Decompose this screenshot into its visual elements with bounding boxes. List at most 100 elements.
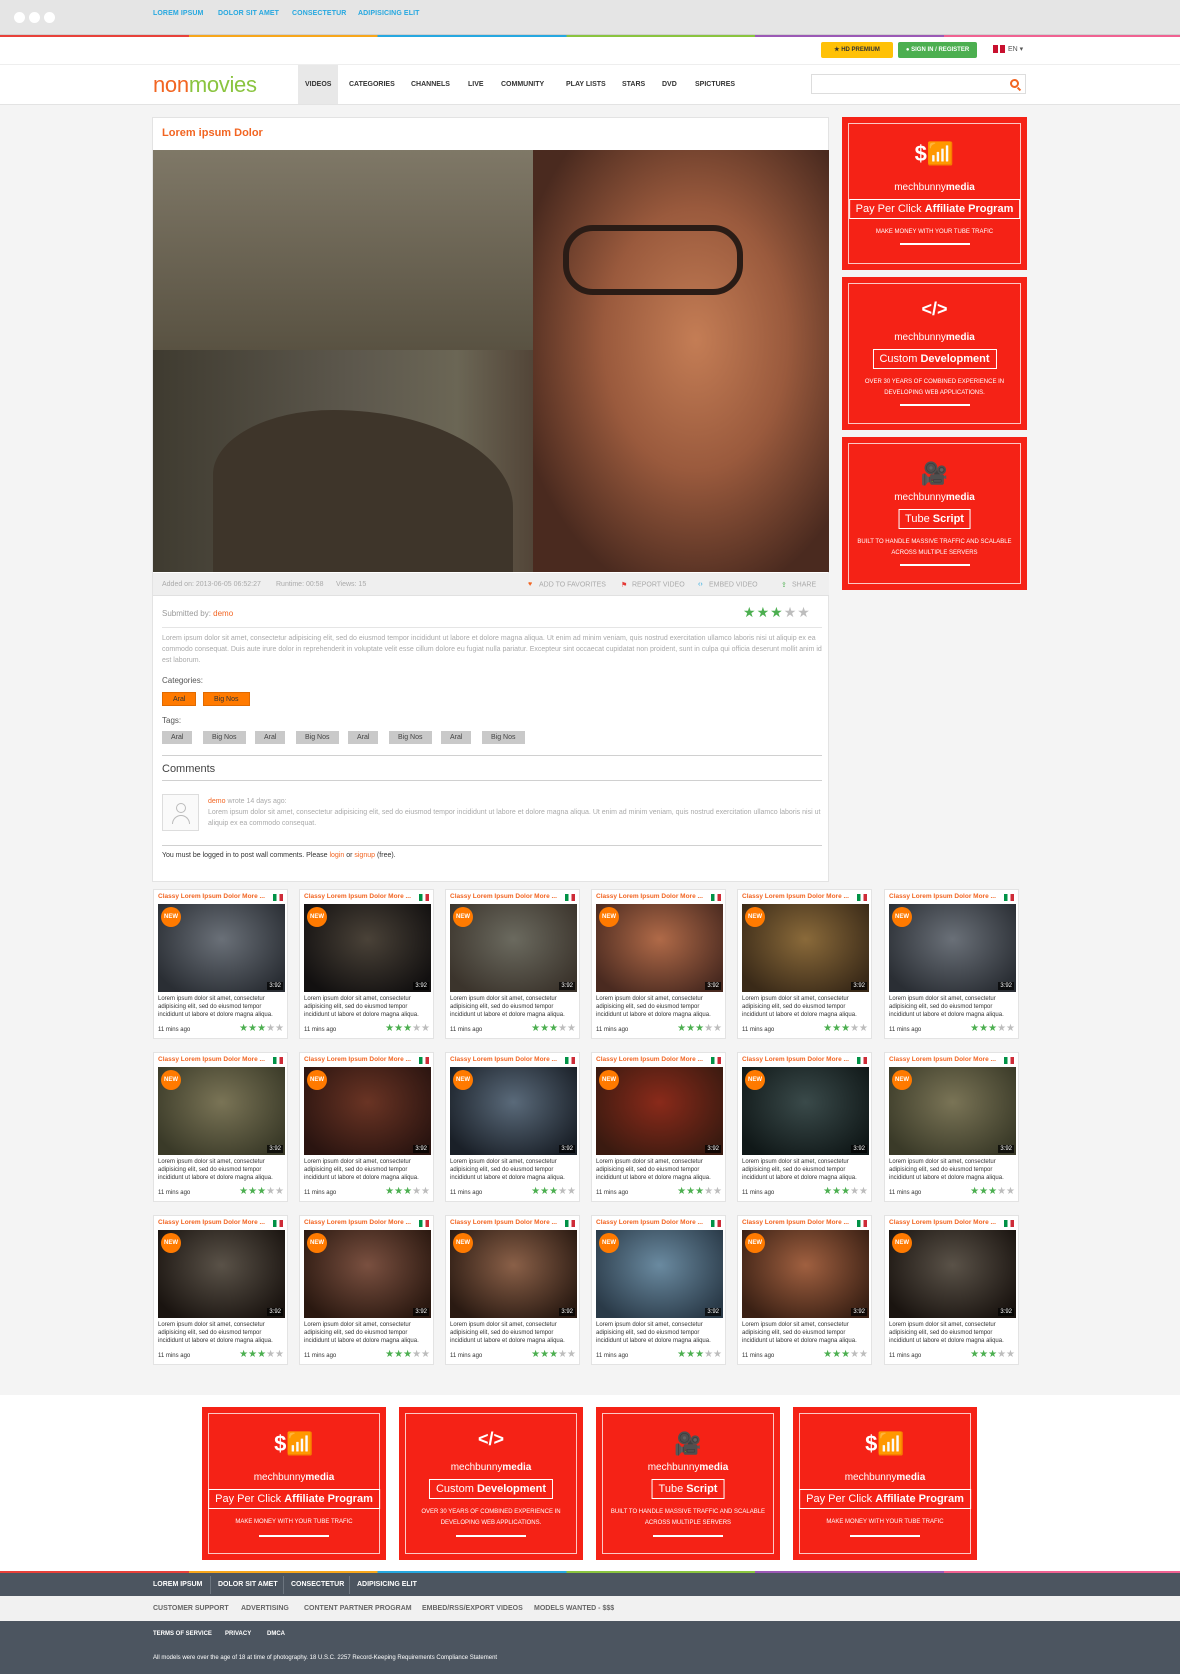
star-icon[interactable]: ★ — [421, 1186, 430, 1197]
card-thumbnail[interactable]: NEW 3:92 — [158, 904, 285, 992]
star-icon[interactable]: ★ — [979, 1349, 988, 1360]
video-card[interactable]: Classy Lorem Ipsum Dolor More ... NEW 3:92… — [299, 1052, 434, 1202]
star-icon[interactable]: ★ — [988, 1349, 997, 1360]
nav-videos[interactable]: VIDEOS — [298, 65, 339, 104]
video-player[interactable] — [153, 150, 829, 572]
star-icon[interactable]: ★ — [859, 1023, 868, 1034]
ad-tube-script[interactable]: 🎥 mechbunnymedia Tube Script BUILT TO HA… — [596, 1407, 780, 1560]
nav-stars[interactable]: STARS — [615, 65, 652, 104]
footer-link[interactable]: TERMS OF SERVICE — [153, 1631, 212, 1637]
nav-dvd[interactable]: DVD — [655, 65, 684, 104]
footer-link[interactable]: ADIPISICING ELIT — [357, 1581, 417, 1588]
card-title[interactable]: Classy Lorem Ipsum Dolor More ... — [889, 1056, 1004, 1063]
card-title[interactable]: Classy Lorem Ipsum Dolor More ... — [304, 893, 419, 900]
submitter-link[interactable]: demo — [213, 609, 233, 618]
star-icon[interactable]: ★ — [394, 1349, 403, 1360]
star-icon[interactable]: ★ — [1006, 1186, 1015, 1197]
star-icon[interactable]: ★ — [239, 1023, 248, 1034]
star-icon[interactable]: ★ — [695, 1023, 704, 1034]
star-icon[interactable]: ★ — [394, 1023, 403, 1034]
star-icon[interactable]: ★ — [841, 1349, 850, 1360]
nav-playlists[interactable]: PLAY LISTS — [559, 65, 613, 104]
card-rating[interactable]: ★★★★★ — [385, 1186, 430, 1197]
star-icon[interactable]: ★ — [997, 1349, 1006, 1360]
card-title[interactable]: Classy Lorem Ipsum Dolor More ... — [596, 1056, 711, 1063]
star-icon[interactable]: ★ — [403, 1186, 412, 1197]
site-logo[interactable]: nonmovies — [153, 72, 257, 98]
nav-spictures[interactable]: SPICTURES — [688, 65, 742, 104]
top-link[interactable]: CONSECTETUR — [292, 10, 346, 17]
card-rating[interactable]: ★★★★★ — [823, 1349, 868, 1360]
star-icon[interactable]: ★ — [540, 1349, 549, 1360]
star-icon[interactable]: ★ — [412, 1349, 421, 1360]
star-icon[interactable]: ★ — [841, 1186, 850, 1197]
star-icon[interactable]: ★ — [713, 1349, 722, 1360]
star-icon[interactable]: ★ — [850, 1023, 859, 1034]
video-card[interactable]: Classy Lorem Ipsum Dolor More ... NEW 3:92… — [591, 1215, 726, 1365]
star-icon[interactable]: ★ — [248, 1186, 257, 1197]
star-icon[interactable]: ★ — [275, 1023, 284, 1034]
card-title[interactable]: Classy Lorem Ipsum Dolor More ... — [450, 893, 565, 900]
card-rating[interactable]: ★★★★★ — [531, 1023, 576, 1034]
nav-channels[interactable]: CHANNELS — [404, 65, 457, 104]
card-thumbnail[interactable]: NEW 3:92 — [596, 1067, 723, 1155]
star-icon[interactable]: ★ — [385, 1186, 394, 1197]
star-icon[interactable]: ★ — [757, 604, 771, 620]
star-icon[interactable]: ★ — [743, 604, 757, 620]
video-card[interactable]: Classy Lorem Ipsum Dolor More ... NEW 3:92… — [884, 889, 1019, 1039]
window-dot[interactable] — [44, 12, 55, 23]
star-icon[interactable]: ★ — [970, 1023, 979, 1034]
star-icon[interactable]: ★ — [704, 1349, 713, 1360]
star-icon[interactable]: ★ — [832, 1023, 841, 1034]
star-icon[interactable]: ★ — [1006, 1023, 1015, 1034]
card-thumbnail[interactable]: NEW 3:92 — [742, 904, 869, 992]
video-card[interactable]: Classy Lorem Ipsum Dolor More ... NEW 3:92… — [153, 1052, 288, 1202]
ad-development[interactable]: </> mechbunnymedia Custom Development OV… — [842, 277, 1027, 430]
star-icon[interactable]: ★ — [997, 1186, 1006, 1197]
card-rating[interactable]: ★★★★★ — [677, 1349, 722, 1360]
star-icon[interactable]: ★ — [859, 1186, 868, 1197]
video-card[interactable]: Classy Lorem Ipsum Dolor More ... NEW 3:92… — [737, 889, 872, 1039]
star-icon[interactable]: ★ — [239, 1186, 248, 1197]
star-icon[interactable]: ★ — [257, 1349, 266, 1360]
video-card[interactable]: Classy Lorem Ipsum Dolor More ... NEW 3:92… — [445, 889, 580, 1039]
add-favorites-button[interactable]: ♥ ADD TO FAVORITES — [528, 581, 606, 588]
star-icon[interactable]: ★ — [558, 1186, 567, 1197]
language-selector[interactable]: EN ▾ — [993, 45, 1023, 54]
card-rating[interactable]: ★★★★★ — [531, 1349, 576, 1360]
tag[interactable]: Big Nos — [203, 731, 246, 744]
star-icon[interactable]: ★ — [549, 1349, 558, 1360]
star-icon[interactable]: ★ — [531, 1186, 540, 1197]
video-card[interactable]: Classy Lorem Ipsum Dolor More ... NEW 3:92… — [591, 889, 726, 1039]
star-icon[interactable]: ★ — [832, 1349, 841, 1360]
video-rating[interactable]: ★★★★★ — [743, 604, 811, 621]
card-rating[interactable]: ★★★★★ — [385, 1349, 430, 1360]
star-icon[interactable]: ★ — [832, 1186, 841, 1197]
star-icon[interactable]: ★ — [677, 1023, 686, 1034]
card-title[interactable]: Classy Lorem Ipsum Dolor More ... — [596, 1219, 711, 1226]
card-thumbnail[interactable]: NEW 3:92 — [158, 1067, 285, 1155]
card-rating[interactable]: ★★★★★ — [677, 1186, 722, 1197]
footer-link[interactable]: CONTENT PARTNER PROGRAM — [304, 1605, 412, 1612]
card-thumbnail[interactable]: NEW 3:92 — [596, 1230, 723, 1318]
card-title[interactable]: Classy Lorem Ipsum Dolor More ... — [742, 1056, 857, 1063]
card-rating[interactable]: ★★★★★ — [239, 1349, 284, 1360]
signup-link[interactable]: signup — [354, 852, 375, 859]
star-icon[interactable]: ★ — [266, 1023, 275, 1034]
card-rating[interactable]: ★★★★★ — [531, 1186, 576, 1197]
star-icon[interactable]: ★ — [979, 1023, 988, 1034]
share-button[interactable]: ⇪ SHARE — [781, 581, 816, 589]
card-thumbnail[interactable]: NEW 3:92 — [158, 1230, 285, 1318]
footer-link[interactable]: LOREM IPSUM — [153, 1581, 202, 1588]
star-icon[interactable]: ★ — [713, 1186, 722, 1197]
star-icon[interactable]: ★ — [677, 1186, 686, 1197]
login-link[interactable]: login — [329, 852, 344, 859]
footer-link[interactable]: EMBED/RSS/EXPORT VIDEOS — [422, 1605, 523, 1612]
card-thumbnail[interactable]: NEW 3:92 — [889, 904, 1016, 992]
card-rating[interactable]: ★★★★★ — [970, 1349, 1015, 1360]
star-icon[interactable]: ★ — [823, 1186, 832, 1197]
card-title[interactable]: Classy Lorem Ipsum Dolor More ... — [889, 893, 1004, 900]
star-icon[interactable]: ★ — [970, 1349, 979, 1360]
star-icon[interactable]: ★ — [403, 1349, 412, 1360]
tag[interactable]: Big Nos — [389, 731, 432, 744]
